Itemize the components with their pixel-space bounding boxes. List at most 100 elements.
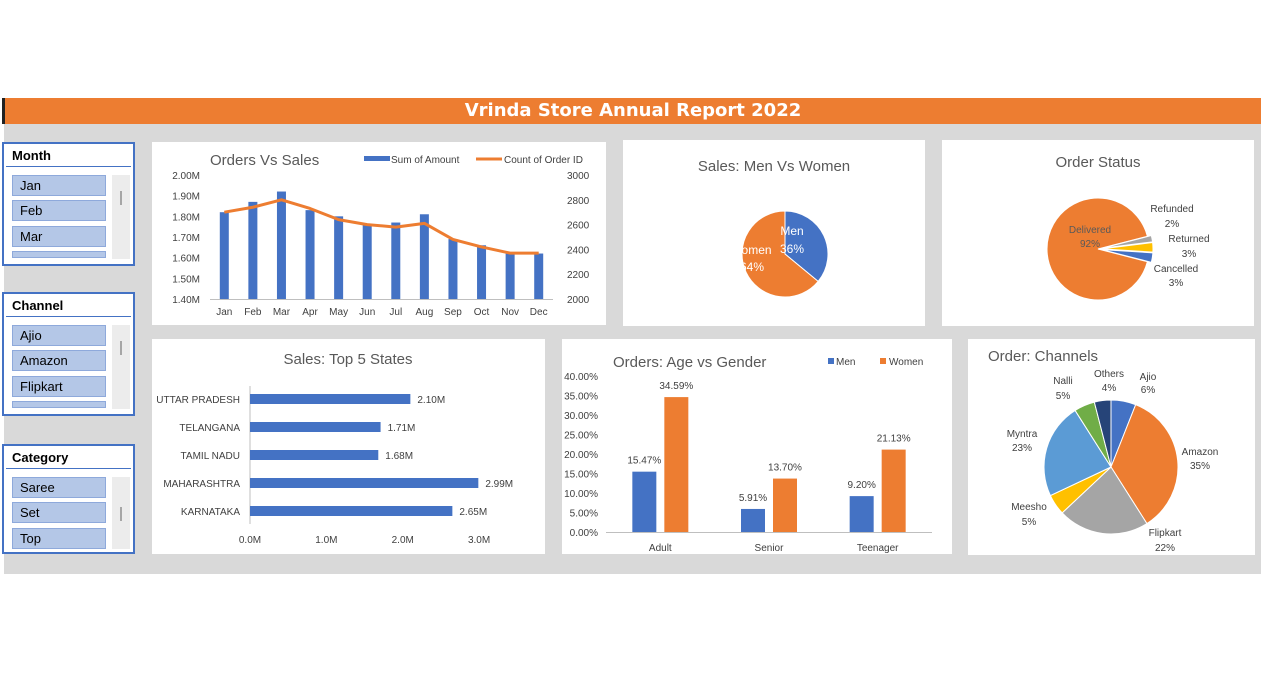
x-axis-tick: Apr [302, 307, 318, 318]
order-status-chart: Order Status Delivered 92% Refunded 2% Retur… [1046, 154, 1210, 301]
data-label: 15.47% [627, 456, 661, 467]
men-vs-women-chart: Sales: Men Vs Women Men 36% Women 64% [698, 158, 850, 298]
data-label: 21.13% [877, 434, 911, 445]
month-slicer[interactable]: Month Jan Feb Mar [2, 142, 135, 266]
x-axis-tick: 0.0M [239, 535, 261, 546]
bar-women [664, 397, 689, 532]
data-label-value: 35% [1190, 461, 1210, 472]
channels-panel: Order: Channels Ajio 6% Amazon 35% Flipkart 2… [968, 339, 1255, 555]
y-axis-tick: 5.00% [570, 509, 598, 520]
bar-amount [219, 212, 229, 299]
left-axis-tick: 1.90M [172, 192, 200, 203]
slicer-scrollbar[interactable] [112, 175, 130, 259]
data-label-value: 4% [1102, 383, 1117, 394]
y-axis-tick: 30.00% [564, 411, 598, 422]
slicer-item-mar[interactable]: Mar [12, 226, 106, 247]
top-states-chart: Sales: Top 5 States UTTAR PRADESH 2.10M TE… [156, 351, 513, 546]
y-axis-tick: 10.00% [564, 489, 598, 500]
right-axis-tick: 3000 [567, 171, 590, 182]
data-label-name: Nalli [1053, 376, 1072, 387]
data-label: 9.20% [847, 480, 875, 491]
x-axis-tick: Senior [755, 543, 785, 554]
data-label-name: Delivered [1069, 225, 1111, 236]
x-axis-tick: Oct [474, 307, 490, 318]
slicer-item-top[interactable]: Top [12, 528, 106, 549]
x-axis-tick: Feb [244, 307, 262, 318]
y-axis-tick: 25.00% [564, 431, 598, 442]
chart-title: Sales: Men Vs Women [698, 158, 850, 175]
bar-state [250, 478, 479, 488]
report-title: Vrinda Store Annual Report 2022 [464, 100, 802, 121]
legend-label-women: Women [889, 357, 923, 368]
data-label-value: 6% [1141, 385, 1156, 396]
x-axis-tick: Dec [530, 307, 548, 318]
slicer-item-amazon[interactable]: Amazon [12, 350, 106, 371]
slicer-header: Category [6, 446, 131, 469]
right-axis-tick: 2600 [567, 221, 590, 232]
data-label-value: 5% [1022, 517, 1037, 528]
data-label: 1.68M [385, 451, 413, 462]
slicer-item-partial[interactable] [12, 251, 106, 258]
slicer-item-flipkart[interactable]: Flipkart [12, 376, 106, 397]
age-vs-gender-panel: Orders: Age vs Gender Men Women 40.00% 35… [562, 339, 952, 554]
data-label-value: 3% [1169, 278, 1184, 289]
data-label-value: 2% [1165, 219, 1180, 230]
right-axis-tick: 2200 [567, 270, 590, 281]
bar-amount [362, 224, 372, 299]
bar-women [881, 449, 906, 532]
data-label-value: 3% [1182, 249, 1197, 260]
bar-amount [334, 216, 344, 299]
line-order-count [224, 198, 539, 255]
bar-amount [419, 214, 429, 299]
slicer-scrollbar[interactable] [112, 325, 130, 409]
slicer-header: Channel [6, 294, 131, 317]
left-axis-tick: 1.50M [172, 274, 200, 285]
y-axis-tick: 40.00% [564, 372, 598, 383]
bar-state [250, 506, 453, 516]
slicer-item-partial[interactable] [12, 401, 106, 408]
data-label-name: Cancelled [1154, 264, 1198, 275]
report-title-banner: Vrinda Store Annual Report 2022 [2, 98, 1261, 124]
slicer-scrollbar[interactable] [112, 477, 130, 549]
bar-amount [391, 222, 401, 299]
legend-label-orders: Count of Order ID [504, 155, 583, 166]
data-label: 13.70% [768, 463, 802, 474]
slicer-item-jan[interactable]: Jan [12, 175, 106, 196]
slicer-item-ajio[interactable]: Ajio [12, 325, 106, 346]
data-label-value: 5% [1056, 391, 1071, 402]
bar-men [849, 496, 874, 532]
left-axis-tick: 1.70M [172, 233, 200, 244]
chart-title: Orders: Age vs Gender [613, 354, 766, 371]
bar-state [250, 394, 411, 404]
left-axis-tick: 1.80M [172, 212, 200, 223]
left-axis-tick: 1.40M [172, 295, 200, 306]
bar-amount [448, 239, 458, 299]
channel-slicer[interactable]: Channel Ajio Amazon Flipkart [2, 292, 135, 416]
slicer-item-set[interactable]: Set [12, 502, 106, 523]
y-axis-tick: 0.00% [570, 528, 598, 539]
y-axis-tick: 20.00% [564, 450, 598, 461]
legend-swatch-men [828, 358, 834, 364]
slicer-item-feb[interactable]: Feb [12, 200, 106, 221]
y-axis-tick: MAHARASHTRA [163, 479, 240, 490]
y-axis-tick: 35.00% [564, 392, 598, 403]
data-label: 2.10M [417, 395, 445, 406]
x-axis-tick: 3.0M [468, 535, 490, 546]
bar-amount [505, 253, 515, 299]
bar-women [773, 478, 797, 532]
data-label-name: Women [730, 243, 771, 257]
x-axis-tick: Jun [359, 307, 375, 318]
data-label: 5.91% [739, 493, 767, 504]
legend-label-men: Men [836, 357, 855, 368]
channels-chart: Order: Channels Ajio 6% Amazon 35% Flipkart 2… [988, 348, 1218, 554]
bar-amount [477, 245, 487, 299]
slicer-item-saree[interactable]: Saree [12, 477, 106, 498]
legend-swatch-amount [364, 156, 390, 161]
top-states-panel: Sales: Top 5 States UTTAR PRADESH 2.10M TE… [152, 339, 545, 554]
data-label: 1.71M [388, 423, 416, 434]
age-vs-gender-chart: Orders: Age vs Gender Men Women 40.00% 35… [564, 354, 932, 554]
category-slicer[interactable]: Category Saree Set Top [2, 444, 135, 554]
data-label: 2.65M [459, 507, 487, 518]
data-label-name: Men [780, 224, 803, 238]
bar-men [632, 471, 657, 532]
